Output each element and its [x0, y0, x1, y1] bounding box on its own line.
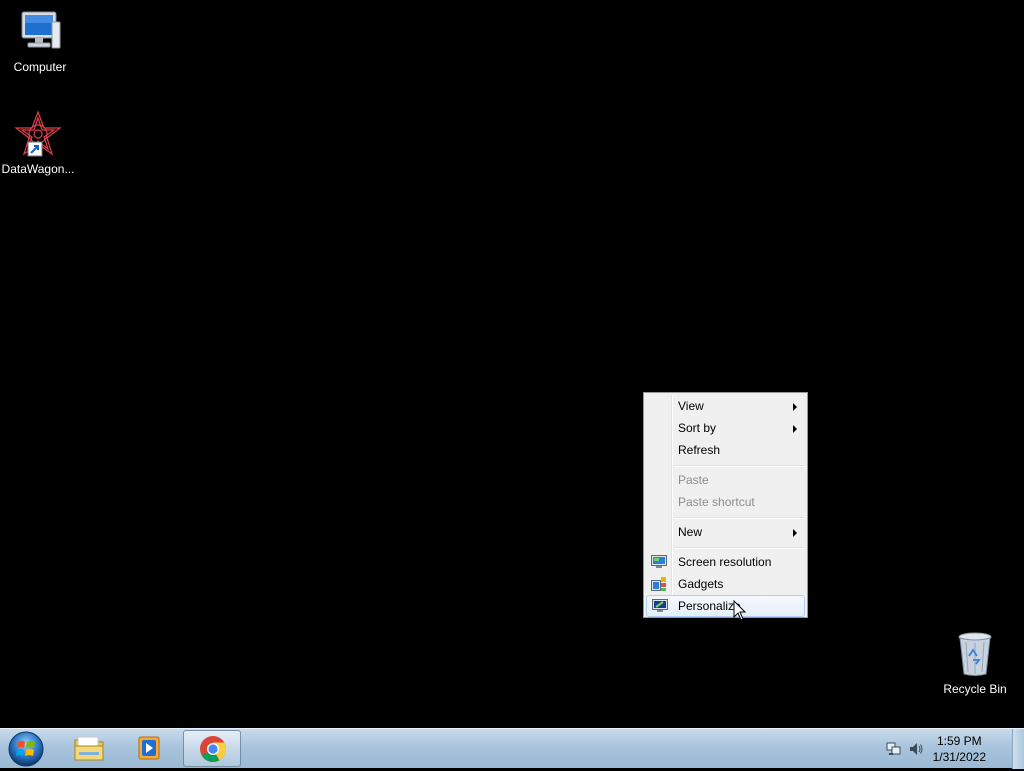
menu-item-sort-by[interactable]: Sort by [646, 417, 805, 439]
clock[interactable]: 1:59 PM 1/31/2022 [933, 733, 986, 765]
system-tray: 1:59 PM 1/31/2022 [880, 729, 1010, 769]
start-button[interactable] [6, 730, 46, 768]
windows-start-icon [8, 731, 44, 767]
clock-time: 1:59 PM [936, 734, 982, 748]
personalize-icon [652, 599, 668, 613]
clock-date: 1/31/2022 [932, 750, 986, 764]
menu-item-label: New [678, 525, 703, 539]
taskbar: 1:59 PM 1/31/2022 [0, 728, 1024, 769]
menu-item-label: Paste [678, 473, 709, 487]
media-player-icon [133, 734, 165, 762]
screen-resolution-icon [651, 554, 667, 568]
menu-item-label: View [678, 399, 704, 413]
gadgets-icon [651, 576, 667, 591]
menu-separator [674, 547, 805, 549]
taskbar-chrome-button[interactable] [183, 730, 241, 767]
menu-item-label: Refresh [678, 443, 721, 457]
windows-explorer-icon [73, 734, 105, 762]
taskbar-explorer-button[interactable] [60, 730, 118, 767]
menu-separator [674, 517, 805, 519]
submenu-arrow-icon [793, 403, 797, 411]
desktop-icon-recycle-bin[interactable]: Recycle Bin [935, 630, 1015, 696]
menu-item-label: Gadgets [678, 577, 724, 591]
desktop-icon-computer[interactable]: Computer [0, 8, 80, 74]
menu-item-paste[interactable]: Paste [646, 469, 805, 491]
computer-icon [16, 8, 64, 56]
network-icon[interactable] [886, 741, 902, 757]
datawagon-shortcut-icon [14, 110, 62, 158]
menu-item-label: Sort by [678, 421, 717, 435]
menu-item-gadgets[interactable]: Gadgets [646, 573, 805, 595]
menu-item-screen-resolution[interactable]: Screen resolution [646, 551, 805, 573]
desktop-icon-datawagon[interactable]: DataWagon... [0, 110, 78, 176]
desktop-context-menu: View Sort by Refresh Paste Paste shortcu… [643, 392, 808, 618]
mouse-cursor-icon [733, 599, 747, 622]
desktop-icon-label: DataWagon... [1, 162, 75, 176]
menu-item-paste-shortcut[interactable]: Paste shortcut [646, 491, 805, 513]
desktop-icon-label: Computer [13, 60, 67, 74]
menu-separator [674, 465, 805, 467]
taskbar-media-player-button[interactable] [120, 730, 178, 767]
desktop[interactable]: Computer DataWagon... Recycle Bin View S… [0, 0, 1024, 728]
menu-item-view[interactable]: View [646, 395, 805, 417]
menu-item-new[interactable]: New [646, 521, 805, 543]
chrome-icon [197, 735, 229, 763]
submenu-arrow-icon [793, 425, 797, 433]
menu-item-label: Screen resolution [678, 555, 772, 569]
recycle-bin-icon [951, 630, 999, 678]
desktop-icon-label: Recycle Bin [943, 682, 1007, 696]
submenu-arrow-icon [793, 529, 797, 537]
volume-icon[interactable] [908, 741, 924, 757]
menu-item-label: Personalize [678, 599, 741, 613]
menu-item-refresh[interactable]: Refresh [646, 439, 805, 461]
menu-item-label: Paste shortcut [678, 495, 755, 509]
show-desktop-button[interactable] [1012, 729, 1024, 769]
menu-item-personalize[interactable]: Personalize [646, 595, 805, 617]
